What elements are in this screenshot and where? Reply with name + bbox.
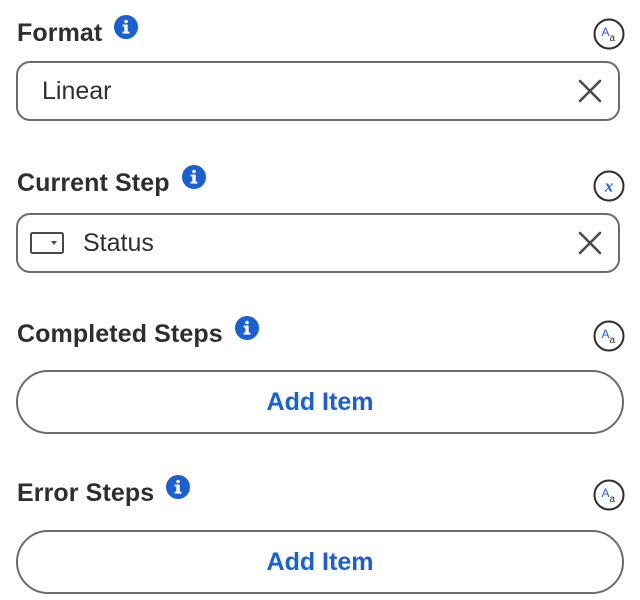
format-value: Linear — [42, 76, 112, 105]
mode-glyph: x — [604, 177, 614, 196]
mode-glyph-upper: A — [602, 486, 610, 500]
text-mode-icon[interactable]: A a — [593, 18, 625, 50]
mode-glyph-upper: A — [602, 327, 610, 341]
info-icon[interactable] — [114, 15, 139, 39]
info-icon[interactable] — [181, 165, 206, 189]
variable-mode-icon[interactable]: x — [593, 170, 625, 202]
mode-glyph-lower: a — [610, 494, 616, 505]
info-icon[interactable] — [234, 316, 259, 340]
add-item-button[interactable]: Add Item — [16, 530, 624, 594]
close-icon[interactable] — [576, 229, 604, 257]
text-mode-icon[interactable]: A a — [593, 320, 625, 352]
error-steps-label: Error Steps — [17, 478, 155, 507]
format-label: Format — [17, 18, 103, 47]
add-item-button[interactable]: Add Item — [16, 370, 624, 434]
current-step-value: Status — [83, 228, 154, 257]
mode-glyph-upper: A — [602, 25, 610, 39]
text-mode-icon[interactable]: A a — [593, 479, 625, 511]
format-field[interactable]: Linear — [16, 61, 620, 121]
format-label-row: Format — [17, 13, 139, 53]
mode-glyph-lower: a — [610, 335, 616, 346]
dropdown-field-icon — [30, 232, 64, 254]
error-steps-label-row: Error Steps — [17, 473, 191, 513]
current-step-field[interactable]: Status — [16, 213, 620, 273]
close-icon[interactable] — [576, 77, 604, 105]
current-step-label: Current Step — [17, 168, 170, 197]
mode-glyph-lower: a — [610, 33, 616, 44]
completed-steps-label: Completed Steps — [17, 319, 223, 348]
info-icon[interactable] — [166, 475, 191, 499]
completed-steps-label-row: Completed Steps — [17, 314, 259, 354]
current-step-label-row: Current Step — [17, 163, 206, 203]
